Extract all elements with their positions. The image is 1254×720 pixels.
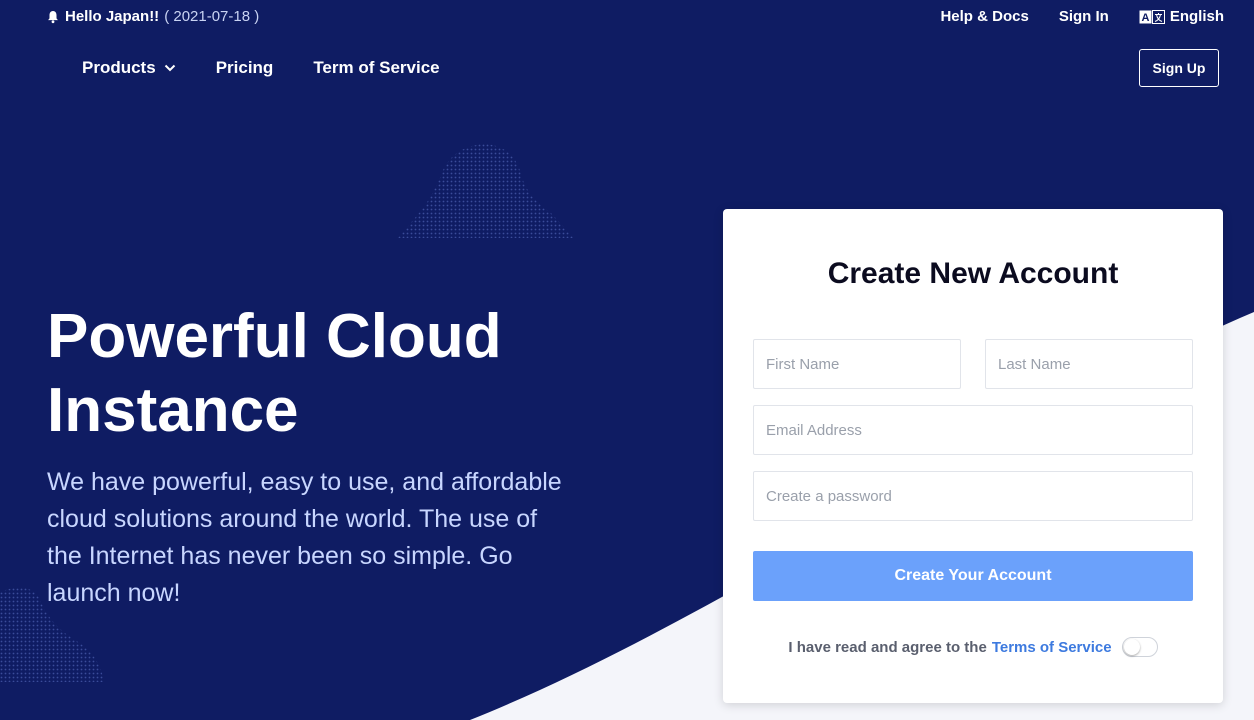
announcement-text: Hello Japan!!	[65, 8, 160, 25]
terms-agreement: I have read and agree to the Terms of Se…	[723, 637, 1223, 657]
top-bar: Hello Japan!! ( 2021-07-18 ) Help & Docs…	[0, 0, 1254, 34]
password-input[interactable]	[753, 471, 1193, 521]
announcement-date: ( 2021-07-18 )	[164, 8, 260, 25]
first-name-input[interactable]	[753, 339, 961, 389]
nav-terms[interactable]: Term of Service	[313, 58, 439, 78]
signup-card: Create New Account Create Your Account I…	[723, 209, 1223, 703]
last-name-input[interactable]	[985, 339, 1193, 389]
chevron-down-icon	[164, 64, 175, 72]
hero-subtitle: We have powerful, easy to use, and affor…	[47, 468, 562, 607]
help-docs-link[interactable]: Help & Docs	[940, 8, 1028, 25]
create-account-button[interactable]: Create Your Account	[753, 551, 1193, 601]
language-label: English	[1169, 8, 1224, 25]
language-selector[interactable]: A English	[1139, 8, 1224, 25]
toggle-knob	[1123, 639, 1140, 655]
top-links: Help & Docs Sign In A English	[910, 8, 1224, 25]
sign-up-button[interactable]: Sign Up	[1139, 49, 1219, 87]
sign-in-link[interactable]: Sign In	[1059, 8, 1109, 25]
email-input[interactable]	[753, 405, 1193, 455]
nav-products-label: Products	[82, 58, 156, 77]
translate-icon: A	[1139, 9, 1165, 24]
bell-icon	[48, 10, 58, 23]
terms-of-service-link[interactable]: Terms of Service	[992, 639, 1112, 656]
signup-title: Create New Account	[827, 257, 1119, 290]
nav-pricing[interactable]: Pricing	[216, 58, 274, 78]
agree-text: I have read and agree to the	[788, 638, 987, 656]
announcement: Hello Japan!! ( 2021-07-18 )	[46, 8, 259, 25]
hero-title: Powerful Cloud Instance	[47, 302, 502, 445]
svg-text:A: A	[1141, 12, 1149, 24]
agree-toggle[interactable]	[1121, 637, 1158, 657]
dotted-cloud-decoration	[398, 144, 574, 238]
main-nav: Products Pricing Term of Service	[82, 58, 480, 78]
nav-products[interactable]: Products	[82, 58, 176, 78]
